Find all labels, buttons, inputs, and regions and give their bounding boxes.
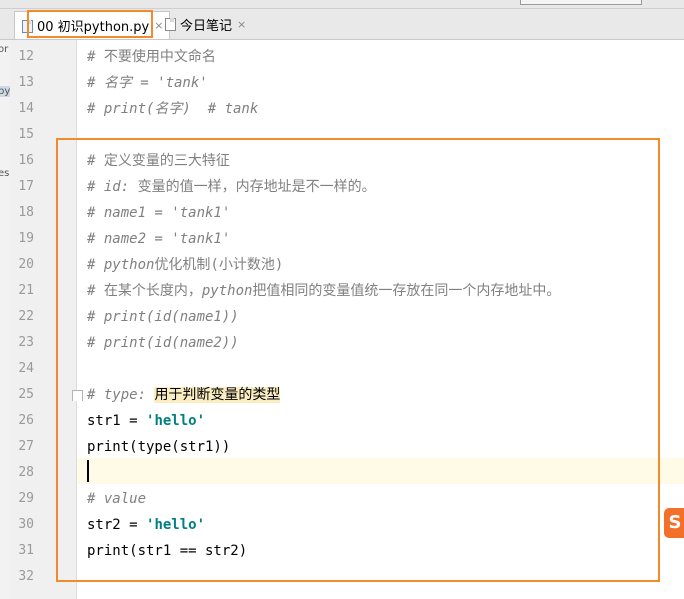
current-line-highlight: [77, 458, 684, 484]
tab-python-file[interactable]: 00 初识python.py ×: [14, 11, 171, 39]
code-line[interactable]: str2 = 'hello': [87, 512, 205, 538]
ime-badge[interactable]: S: [664, 508, 684, 538]
code-text: str2 =: [87, 517, 147, 533]
code-text: str1 =: [87, 413, 147, 429]
code-line[interactable]: # print(id(name2)): [87, 330, 239, 356]
line-number: 24: [18, 361, 34, 376]
window-top-strip: [0, 0, 684, 9]
comment-text: python: [201, 283, 253, 299]
text-file-icon: [164, 17, 176, 31]
code-line[interactable]: # 定义变量的三大特征: [87, 148, 230, 174]
code-line[interactable]: print(type(str1)): [87, 434, 230, 460]
comment-text: # 定义变量的三大特征: [87, 153, 230, 169]
python-file-icon: [21, 19, 33, 33]
code-line[interactable]: # 在某个长度内，python把值相同的变量值统一存放在同一个内存地址中。: [87, 278, 560, 304]
highlighted-comment: 用于判断变量的类型: [154, 387, 281, 403]
comment-text: # value: [87, 491, 147, 507]
comment-text: # print(id(name2)): [87, 335, 239, 351]
close-icon[interactable]: ×: [237, 18, 246, 31]
line-number-gutter: 12 13 14 15 16 17 18 19 20 21 22 23 24 25 26 27 28 29 30 31…: [10, 40, 83, 599]
project-panel-edge: or py es: [0, 40, 10, 599]
line-number: 28: [18, 465, 34, 480]
code-text: print(type(str1)): [87, 439, 231, 455]
code-line[interactable]: # 不要使用中文命名: [87, 44, 216, 70]
line-number: 23: [18, 335, 34, 350]
line-number: 27: [18, 439, 34, 454]
comment-text: # name1 = 'tank1': [87, 205, 231, 221]
line-number: 20: [18, 257, 34, 272]
tab-notes-file[interactable]: 今日笔记 ×: [158, 11, 252, 37]
line-number: 16: [18, 153, 34, 168]
comment-text: # type:: [87, 387, 155, 403]
line-number: 14: [18, 101, 34, 116]
dropdown-fragment: [520, 0, 642, 5]
comment-text: # 不要使用中文命名: [87, 49, 216, 65]
comment-text: # name2 = 'tank1': [87, 231, 231, 247]
line-number: 13: [18, 75, 34, 90]
string-literal: 'hello': [146, 517, 206, 533]
string-literal: 'hello': [146, 413, 206, 429]
code-line[interactable]: print(str1 == str2): [87, 538, 247, 564]
code-editor[interactable]: # 不要使用中文命名 # 名字 = 'tank' # print(名字) # tan…: [77, 40, 684, 599]
editor-tab-bar: 00 初识python.py × 今日笔记 ×: [0, 9, 684, 40]
code-line[interactable]: # name2 = 'tank1': [87, 226, 230, 252]
code-line[interactable]: # print(id(name1)): [87, 304, 239, 330]
line-number: 19: [18, 231, 34, 246]
line-number: 30: [18, 517, 34, 532]
comment-text: # 名字 = 'tank': [87, 75, 208, 91]
tab-label: 今日笔记: [180, 18, 233, 34]
line-number: 32: [18, 569, 34, 584]
line-number: 25: [18, 387, 34, 402]
comment-text: # print(名字) # tank: [87, 101, 259, 117]
line-number: 21: [18, 283, 34, 298]
panel-text-fragment: es: [0, 168, 10, 179]
comment-text: # 在某个长度内，: [87, 283, 202, 299]
code-line[interactable]: # value: [87, 486, 146, 512]
code-line[interactable]: # python优化机制(小计数池): [87, 252, 283, 278]
line-number: 29: [18, 491, 34, 506]
comment-text: # id:: [87, 179, 138, 195]
line-number: 26: [18, 413, 34, 428]
panel-text-fragment: or: [0, 44, 9, 55]
comment-text: 把值相同的变量值统一存放在同一个内存地址中。: [252, 283, 561, 299]
panel-text-fragment: py: [0, 86, 10, 97]
code-line[interactable]: # print(名字) # tank: [87, 96, 258, 122]
code-line[interactable]: # 名字 = 'tank': [87, 70, 208, 96]
comment-text: 变量的值一样，内存地址是不一样的。: [137, 179, 376, 195]
line-number: 18: [18, 205, 34, 220]
tab-label: 00 初识python.py: [37, 20, 150, 35]
text-caret: [87, 460, 89, 482]
line-number: 12: [18, 49, 34, 64]
line-number: 17: [18, 179, 34, 194]
code-line[interactable]: # id: 变量的值一样，内存地址是不一样的。: [87, 174, 376, 200]
comment-text: # print(id(name1)): [87, 309, 239, 325]
code-line[interactable]: # name1 = 'tank1': [87, 200, 230, 226]
code-line[interactable]: str1 = 'hello': [87, 408, 205, 434]
comment-text: 优化机制(小计数池): [154, 257, 284, 273]
line-number: 31: [18, 543, 34, 558]
comment-text: # python: [87, 257, 155, 273]
line-number: 15: [18, 127, 34, 142]
line-number: 22: [18, 309, 34, 324]
code-text: print(str1 == str2): [87, 543, 248, 559]
code-line[interactable]: # type: 用于判断变量的类型: [87, 382, 281, 408]
